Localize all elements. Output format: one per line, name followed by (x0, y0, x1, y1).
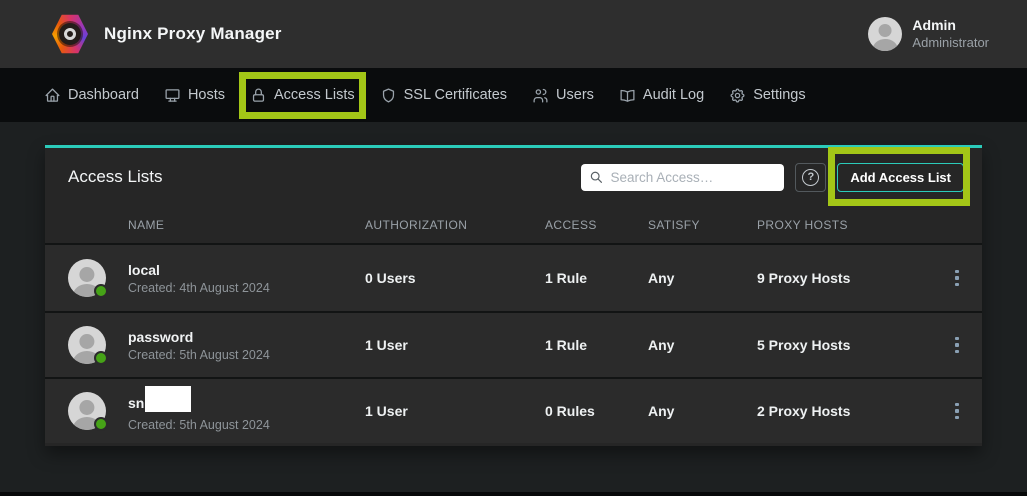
search-input[interactable] (611, 170, 777, 185)
row-menu-kebab-icon[interactable] (948, 265, 966, 291)
monitor-icon (164, 87, 181, 104)
nav-item-audit-log[interactable]: Audit Log (619, 87, 704, 104)
table-row[interactable]: local Created: 4th August 2024 0 Users 1… (45, 245, 982, 311)
user-avatar (868, 17, 902, 51)
home-icon (44, 87, 61, 104)
column-header-access: ACCESS (545, 218, 648, 232)
nav-item-users[interactable]: Users (532, 87, 594, 104)
access-list-avatar (68, 392, 106, 430)
access-list-avatar (68, 326, 106, 364)
status-online-dot (94, 417, 108, 431)
nav-item-settings[interactable]: Settings (729, 87, 805, 104)
row-menu-kebab-icon[interactable] (948, 332, 966, 358)
access-list-name: local (128, 261, 160, 279)
proxy-hosts-value: 9 Proxy Hosts (757, 270, 948, 286)
table-row[interactable]: sn Created: 5th August 2024 1 User 0 Rul… (45, 377, 982, 443)
user-info: Admin Administrator (912, 17, 989, 51)
page-title: Access Lists (68, 167, 162, 187)
help-button[interactable]: ? (795, 163, 826, 192)
column-header-name: NAME (128, 218, 365, 232)
nav-label: Audit Log (643, 87, 704, 103)
user-name: Admin (912, 17, 989, 35)
main-nav: Dashboard Hosts Access Lists SSL Certifi… (0, 68, 1027, 122)
access-list-created: Created: 5th August 2024 (128, 418, 365, 432)
user-role: Administrator (912, 35, 989, 51)
row-menu-kebab-icon[interactable] (948, 398, 966, 424)
access-list-name: sn (128, 394, 144, 412)
access-value: 1 Rule (545, 337, 648, 353)
satisfy-value: Any (648, 270, 757, 286)
access-list-avatar (68, 259, 106, 297)
satisfy-value: Any (648, 337, 757, 353)
search-box (581, 164, 784, 191)
gear-icon (729, 87, 746, 104)
shield-icon (380, 87, 397, 104)
authorization-value: 0 Users (365, 270, 545, 286)
lock-icon (250, 87, 267, 104)
nginx-proxy-manager-app: Nginx Proxy Manager Admin Administrator … (0, 0, 1027, 496)
proxy-hosts-value: 2 Proxy Hosts (757, 403, 948, 419)
access-list-created: Created: 5th August 2024 (128, 348, 365, 362)
authorization-value: 1 User (365, 337, 545, 353)
redaction-box (145, 386, 191, 412)
panel-controls: ? Add Access List (581, 163, 974, 192)
nav-label: Hosts (188, 87, 225, 103)
question-mark-icon: ? (802, 169, 819, 186)
app-logo-icon (52, 14, 88, 54)
column-header-satisfy: SATISFY (648, 218, 757, 232)
screen-bottom-edge (0, 492, 1027, 496)
column-header-proxy-hosts: PROXY HOSTS (757, 218, 948, 232)
content-area: Access Lists ? Add Access List (0, 122, 1027, 496)
table-row[interactable]: password Created: 5th August 2024 1 User… (45, 311, 982, 377)
nav-item-ssl-certificates[interactable]: SSL Certificates (380, 87, 507, 104)
nav-label: SSL Certificates (404, 87, 507, 103)
nav-label: Dashboard (68, 87, 139, 103)
access-list-created: Created: 4th August 2024 (128, 281, 365, 295)
nav-label: Users (556, 87, 594, 103)
user-menu[interactable]: Admin Administrator (868, 17, 989, 51)
nav-item-hosts[interactable]: Hosts (164, 87, 225, 104)
nav-label: Settings (753, 87, 805, 103)
status-online-dot (94, 351, 108, 365)
nav-item-dashboard[interactable]: Dashboard (44, 87, 139, 104)
brand: Nginx Proxy Manager (52, 14, 282, 54)
search-icon (589, 169, 603, 185)
access-list-name: password (128, 328, 193, 346)
nav-label: Access Lists (274, 87, 355, 103)
satisfy-value: Any (648, 403, 757, 419)
users-icon (532, 87, 549, 104)
book-icon (619, 87, 636, 104)
access-lists-panel: Access Lists ? Add Access List (45, 145, 982, 446)
access-value: 1 Rule (545, 270, 648, 286)
column-header-authorization: AUTHORIZATION (365, 218, 545, 232)
app-title: Nginx Proxy Manager (104, 24, 282, 44)
panel-header: Access Lists ? Add Access List (45, 148, 982, 206)
authorization-value: 1 User (365, 403, 545, 419)
status-online-dot (94, 284, 108, 298)
table-header: NAME AUTHORIZATION ACCESS SATISFY PROXY … (45, 206, 982, 245)
nav-item-access-lists[interactable]: Access Lists (250, 87, 355, 104)
access-value: 0 Rules (545, 403, 648, 419)
topbar: Nginx Proxy Manager Admin Administrator (0, 0, 1027, 68)
add-access-list-wrap: Add Access List (837, 163, 964, 192)
add-access-list-button[interactable]: Add Access List (837, 163, 964, 192)
proxy-hosts-value: 5 Proxy Hosts (757, 337, 948, 353)
